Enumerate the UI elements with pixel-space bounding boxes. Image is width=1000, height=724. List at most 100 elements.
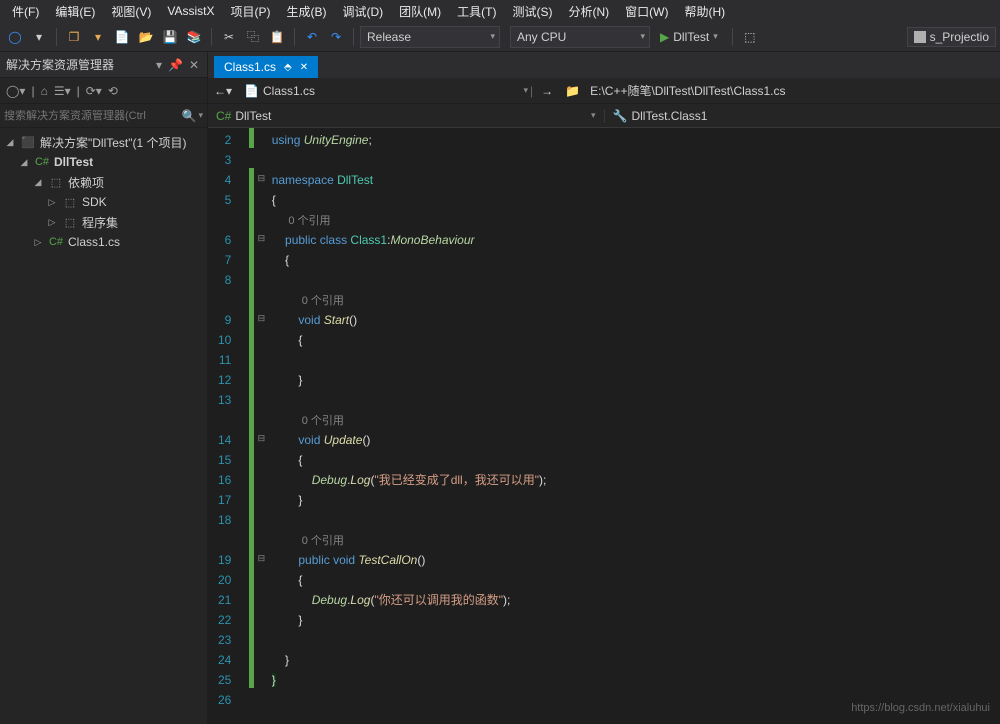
pin-icon[interactable]: 📌 bbox=[166, 56, 185, 74]
fold-icon[interactable]: ⊟ bbox=[254, 228, 268, 248]
fold-icon[interactable]: ⊟ bbox=[254, 168, 268, 188]
platform-combo[interactable]: Any CPU bbox=[510, 26, 650, 48]
new-icon[interactable]: ❐ bbox=[63, 26, 85, 48]
sdk-node[interactable]: ▷⬚ SDK bbox=[0, 192, 207, 212]
pin-icon[interactable]: ⬘ bbox=[284, 62, 292, 73]
forward-icon[interactable]: ▾ bbox=[28, 26, 50, 48]
dependency-icon: ⬚ bbox=[48, 176, 64, 189]
fold-icon[interactable]: ⊟ bbox=[254, 308, 268, 328]
menu-file[interactable]: 件(F) bbox=[4, 1, 47, 22]
run-target-label: DllTest bbox=[673, 30, 709, 44]
new-file-icon[interactable]: 📄 bbox=[111, 26, 133, 48]
nav-file-combo[interactable]: 📄 Class1.cs bbox=[238, 78, 321, 103]
document-tabs: Class1.cs ⬘ ✕ bbox=[208, 52, 1000, 78]
scope-left[interactable]: C# DllTest ▾ bbox=[208, 109, 605, 123]
config-combo[interactable]: Release bbox=[360, 26, 500, 48]
solution-tree: ◢⬛ 解决方案"DllTest"(1 个项目) ◢C# DllTest ◢⬚ 依… bbox=[0, 128, 207, 256]
dependencies-label: 依赖项 bbox=[68, 174, 104, 191]
project-selector[interactable]: s_Projectio bbox=[907, 27, 996, 47]
code-content[interactable]: using UnityEngine; namespace DllTest { 0… bbox=[268, 128, 1000, 724]
project-icon bbox=[914, 31, 926, 43]
code-editor[interactable]: 2345678910111213141516171819202122232425… bbox=[208, 128, 1000, 724]
separator bbox=[56, 28, 57, 46]
navigation-bar: ←▾ 📄 Class1.cs ▾ | → 📁 E:\C++随笔\DllTest\… bbox=[208, 78, 1000, 104]
undo-icon[interactable]: ↶ bbox=[301, 26, 323, 48]
assemblies-node[interactable]: ▷⬚ 程序集 bbox=[0, 212, 207, 232]
file-label: Class1.cs bbox=[68, 235, 120, 249]
menu-debug[interactable]: 调试(D) bbox=[334, 1, 391, 22]
tab-class1[interactable]: Class1.cs ⬘ ✕ bbox=[214, 56, 318, 78]
paste-icon[interactable]: 📋 bbox=[266, 26, 288, 48]
main-toolbar: ◯ ▾ ❐ ▾ 📄 📂 💾 📚 ✂ ⿻ 📋 ↶ ↷ Release Any CP… bbox=[0, 22, 1000, 52]
class-icon: 🔧 bbox=[613, 109, 628, 123]
csharp-icon: C# bbox=[216, 109, 231, 123]
solution-node[interactable]: ◢⬛ 解决方案"DllTest"(1 个项目) bbox=[0, 132, 207, 152]
file-node[interactable]: ▷C# Class1.cs bbox=[0, 232, 207, 252]
sdk-label: SDK bbox=[82, 195, 107, 209]
save-icon[interactable]: 💾 bbox=[159, 26, 181, 48]
back-icon[interactable]: ◯ bbox=[4, 26, 26, 48]
solution-label: 解决方案"DllTest"(1 个项目) bbox=[40, 134, 187, 151]
search-input[interactable] bbox=[4, 110, 182, 122]
misc-icon[interactable]: ⬚ bbox=[739, 26, 761, 48]
menu-project[interactable]: 项目(P) bbox=[222, 1, 278, 22]
project-label: DllTest bbox=[54, 155, 93, 169]
refresh-icon[interactable]: ⟲ bbox=[108, 84, 118, 98]
search-row: 🔍 ▾ bbox=[0, 104, 207, 128]
scope-right[interactable]: 🔧 DllTest.Class1 bbox=[605, 109, 1000, 123]
project-node[interactable]: ◢C# DllTest bbox=[0, 152, 207, 172]
menu-bar: 件(F) 编辑(E) 视图(V) VAssistX 项目(P) 生成(B) 调试… bbox=[0, 0, 1000, 22]
editor-area: Class1.cs ⬘ ✕ ←▾ 📄 Class1.cs ▾ | → 📁 E:\… bbox=[208, 52, 1000, 724]
separator bbox=[353, 28, 354, 46]
solution-explorer-toolbar: ◯▾ | ⌂ ☰▾ | ⟳▾ ⟲ bbox=[0, 78, 207, 104]
stack-icon[interactable]: ☰▾ bbox=[54, 84, 71, 98]
dependencies-node[interactable]: ◢⬚ 依赖项 bbox=[0, 172, 207, 192]
menu-test[interactable]: 测试(S) bbox=[504, 1, 560, 22]
separator bbox=[294, 28, 295, 46]
fold-icon[interactable]: ⊟ bbox=[254, 428, 268, 448]
menu-analyze[interactable]: 分析(N) bbox=[560, 1, 617, 22]
copy-icon[interactable]: ⿻ bbox=[242, 26, 264, 48]
tab-label: Class1.cs bbox=[224, 60, 276, 74]
fold-icon[interactable]: ⊟ bbox=[254, 548, 268, 568]
nav-combo-icon[interactable]: ◯▾ bbox=[6, 84, 25, 98]
menu-edit[interactable]: 编辑(E) bbox=[47, 1, 103, 22]
menu-tools[interactable]: 工具(T) bbox=[449, 1, 504, 22]
scope-bar: C# DllTest ▾ 🔧 DllTest.Class1 bbox=[208, 104, 1000, 128]
nav-path-combo[interactable]: 📁 E:\C++随笔\DllTest\DllTest\Class1.cs bbox=[559, 78, 797, 103]
open-icon[interactable]: ▾ bbox=[87, 26, 109, 48]
home-icon[interactable]: ⌂ bbox=[41, 84, 48, 98]
solution-explorer-header: 解决方案资源管理器 ▾ 📌 ✕ bbox=[0, 52, 207, 78]
menu-view[interactable]: 视图(V) bbox=[103, 1, 159, 22]
nav-back-icon[interactable]: ←▾ bbox=[208, 78, 238, 103]
menu-team[interactable]: 团队(M) bbox=[391, 1, 449, 22]
csharp-file-icon: C# bbox=[48, 236, 64, 248]
search-icon[interactable]: 🔍 bbox=[182, 109, 197, 123]
line-numbers: 2345678910111213141516171819202122232425… bbox=[208, 128, 249, 724]
file-icon: 📄 bbox=[244, 84, 259, 98]
csharp-project-icon: C# bbox=[34, 156, 50, 168]
close-icon[interactable]: ✕ bbox=[187, 56, 201, 74]
folder-icon: 📁 bbox=[565, 84, 580, 98]
fold-column: ⊟ ⊟ ⊟ ⊟ ⊟ bbox=[254, 128, 268, 724]
open-file-icon[interactable]: 📂 bbox=[135, 26, 157, 48]
cut-icon[interactable]: ✂ bbox=[218, 26, 240, 48]
save-all-icon[interactable]: 📚 bbox=[183, 26, 205, 48]
menu-help[interactable]: 帮助(H) bbox=[676, 1, 733, 22]
redo-icon[interactable]: ↷ bbox=[325, 26, 347, 48]
assemblies-label: 程序集 bbox=[82, 214, 118, 231]
menu-vassistx[interactable]: VAssistX bbox=[159, 2, 222, 20]
sync-icon[interactable]: ⟳▾ bbox=[86, 84, 102, 98]
menu-build[interactable]: 生成(B) bbox=[278, 1, 334, 22]
sdk-icon: ⬚ bbox=[62, 196, 78, 209]
watermark: https://blog.csdn.net/xialuhui bbox=[851, 702, 990, 714]
project-selector-label: s_Projectio bbox=[930, 30, 989, 44]
solution-explorer-title: 解决方案资源管理器 bbox=[6, 56, 114, 73]
close-tab-icon[interactable]: ✕ bbox=[300, 62, 308, 73]
play-icon: ▶ bbox=[660, 30, 669, 44]
menu-window[interactable]: 窗口(W) bbox=[617, 1, 676, 22]
nav-forward-icon[interactable]: → bbox=[535, 78, 559, 103]
dropdown-icon[interactable]: ▾ bbox=[154, 56, 164, 74]
assembly-icon: ⬚ bbox=[62, 216, 78, 229]
run-button[interactable]: ▶ DllTest ▾ bbox=[652, 28, 726, 46]
